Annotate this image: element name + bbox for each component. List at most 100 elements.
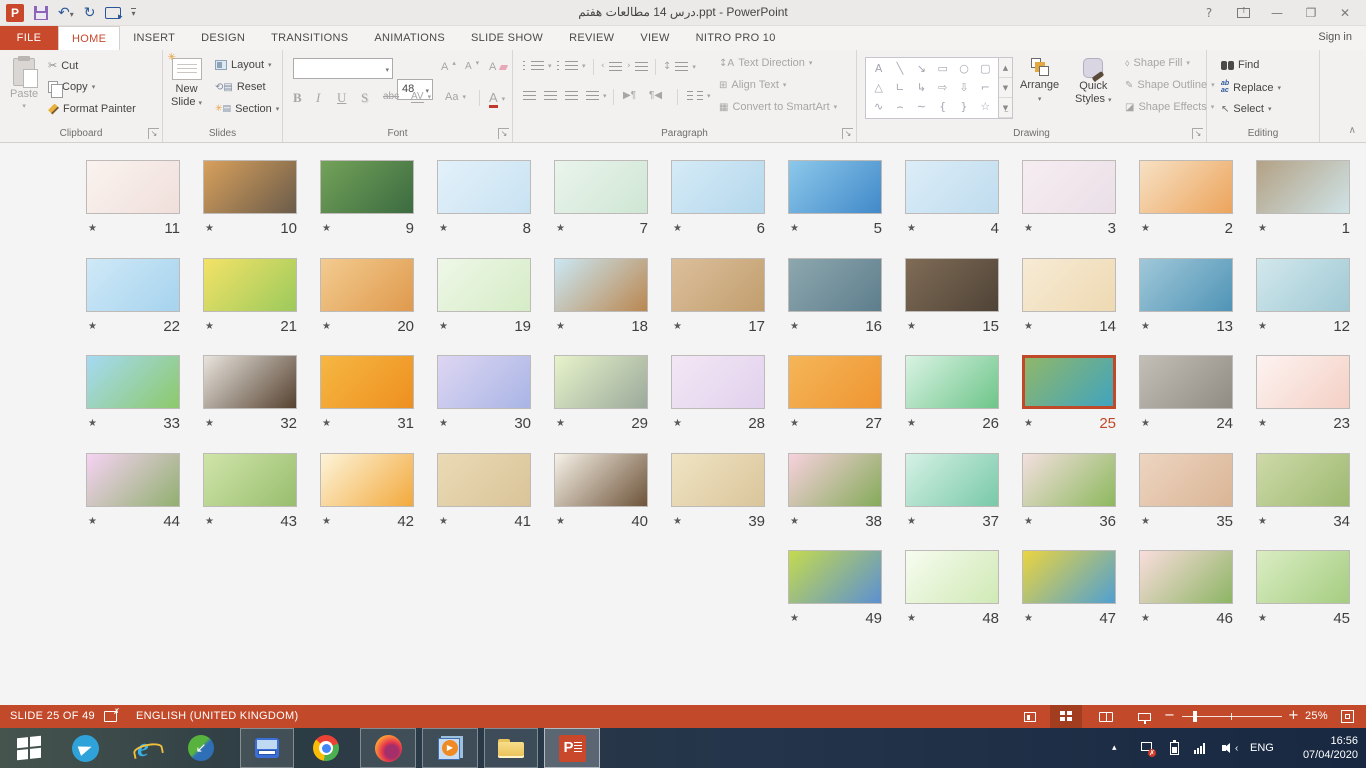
slide-1-thumbnail[interactable] <box>1256 160 1350 214</box>
collapse-ribbon-icon[interactable]: ∧ <box>1349 125 1356 136</box>
clear-formatting-button[interactable]: A <box>489 61 507 73</box>
taskbar-file-explorer[interactable] <box>484 728 538 768</box>
scroll-down-icon[interactable]: ▼ <box>999 78 1012 98</box>
slide-44-thumbnail[interactable] <box>86 453 180 507</box>
slide-40-thumbnail[interactable] <box>554 453 648 507</box>
slide-sorter-canvas[interactable]: ★11★10★9★8★7★6★5★4★3★2★1★22★21★20★19★18★… <box>0 143 1366 705</box>
slide-27-thumbnail[interactable] <box>788 355 882 409</box>
tab-animations[interactable]: ANIMATIONS <box>361 26 458 50</box>
shape-arrow-icon[interactable]: ↘ <box>917 63 926 75</box>
slide-46-thumbnail[interactable] <box>1139 550 1233 604</box>
taskbar-chrome[interactable] <box>300 728 352 768</box>
slide-29-thumbnail[interactable] <box>554 355 648 409</box>
font-name-combo[interactable]: ▾ <box>293 58 393 79</box>
zoom-out-button[interactable]: − <box>1164 708 1175 723</box>
zoom-in-button[interactable]: + <box>1288 708 1299 723</box>
network-signal-icon[interactable] <box>1194 728 1205 768</box>
slide-39-thumbnail[interactable] <box>671 453 765 507</box>
slide-48-thumbnail[interactable] <box>905 550 999 604</box>
taskbar-download-manager[interactable]: ↙ <box>176 728 226 768</box>
quick-styles-button[interactable]: QuickStyles ▾ <box>1075 58 1112 107</box>
slide-6-thumbnail[interactable] <box>671 160 765 214</box>
tab-view[interactable]: VIEW <box>627 26 682 50</box>
replace-button[interactable]: abacReplace▾ <box>1221 81 1281 94</box>
shape-right-arrow-icon[interactable]: ⇨ <box>938 82 947 94</box>
shapes-gallery-scrollbar[interactable]: ▲ ▼ ▼̲ <box>999 57 1013 119</box>
tab-home[interactable]: HOME <box>58 26 120 50</box>
slide-5-thumbnail[interactable] <box>788 160 882 214</box>
slide-sorter-view-button[interactable] <box>1050 705 1082 728</box>
select-button[interactable]: ↖Select▾ <box>1221 103 1271 115</box>
sign-in-link[interactable]: Sign in <box>1318 31 1352 43</box>
paste-button[interactable]: Paste▾ <box>10 58 38 110</box>
shape-scribble-icon[interactable]: ∿ <box>874 101 883 113</box>
shape-triangle-icon[interactable]: △ <box>874 82 882 94</box>
taskbar-on-screen-keyboard[interactable] <box>240 728 294 768</box>
more-shapes-icon[interactable]: ▼̲ <box>999 98 1012 118</box>
shape-right-brace-icon[interactable]: } <box>960 101 967 113</box>
slide-30-thumbnail[interactable] <box>437 355 531 409</box>
numbering-button[interactable]: ▾ <box>557 61 586 70</box>
slide-28-thumbnail[interactable] <box>671 355 765 409</box>
slide-43-thumbnail[interactable] <box>203 453 297 507</box>
left-to-right-button[interactable]: ▶¶ <box>623 90 636 101</box>
shrink-font-button[interactable]: A▾ <box>465 61 479 72</box>
align-right-button[interactable] <box>565 91 578 100</box>
slide-49-thumbnail[interactable] <box>788 550 882 604</box>
slide-16-thumbnail[interactable] <box>788 258 882 312</box>
tab-slide-show[interactable]: SLIDE SHOW <box>458 26 556 50</box>
slide-8-thumbnail[interactable] <box>437 160 531 214</box>
slide-26-thumbnail[interactable] <box>905 355 999 409</box>
slide-2-thumbnail[interactable] <box>1139 160 1233 214</box>
language-indicator[interactable]: ENGLISH (UNITED KINGDOM) <box>136 710 298 722</box>
change-case-button[interactable]: Aa▾ <box>445 91 466 103</box>
normal-view-button[interactable] <box>1014 705 1046 728</box>
section-button[interactable]: ✳▤ Section▾ <box>215 103 279 115</box>
tab-nitro-pro-10[interactable]: NITRO PRO 10 <box>683 26 789 50</box>
character-spacing-button[interactable]: AV▾ <box>411 91 431 103</box>
ribbon-display-options-button[interactable] <box>1226 0 1260 26</box>
slide-33-thumbnail[interactable] <box>86 355 180 409</box>
grow-font-button[interactable]: A▴ <box>441 61 456 73</box>
slide-37-thumbnail[interactable] <box>905 453 999 507</box>
arrange-button[interactable]: Arrange▾ <box>1020 58 1059 106</box>
shape-line-icon[interactable]: ╲ <box>897 63 904 75</box>
font-color-button[interactable]: A▾ <box>489 90 505 108</box>
speaker-icon[interactable]: ‹ <box>1222 728 1238 768</box>
shape-down-arrow-icon[interactable]: ⇩ <box>959 82 968 94</box>
shape-oval-icon[interactable]: ○ <box>959 63 969 75</box>
slide-21-thumbnail[interactable] <box>203 258 297 312</box>
slide-10-thumbnail[interactable] <box>203 160 297 214</box>
align-center-button[interactable] <box>544 91 557 100</box>
slide-35-thumbnail[interactable] <box>1139 453 1233 507</box>
language-tray-indicator[interactable]: ENG <box>1250 728 1274 768</box>
shape-rectangle-icon[interactable]: ▭ <box>937 63 947 75</box>
tab-review[interactable]: REVIEW <box>556 26 627 50</box>
clock[interactable]: 16:56 07/04/2020 <box>1286 728 1358 768</box>
decrease-indent-button[interactable]: ‹ <box>601 61 622 71</box>
slide-32-thumbnail[interactable] <box>203 355 297 409</box>
slide-47-thumbnail[interactable] <box>1022 550 1116 604</box>
reset-button[interactable]: ⟲▤ Reset <box>215 81 266 93</box>
spell-check-icon[interactable] <box>104 709 120 723</box>
slide-14-thumbnail[interactable] <box>1022 258 1116 312</box>
slide-9-thumbnail[interactable] <box>320 160 414 214</box>
align-left-button[interactable] <box>523 91 536 100</box>
tab-design[interactable]: DESIGN <box>188 26 258 50</box>
shape-curve-icon[interactable]: ∼ <box>917 101 926 113</box>
slide-17-thumbnail[interactable] <box>671 258 765 312</box>
slide-4-thumbnail[interactable] <box>905 160 999 214</box>
shape-star-icon[interactable]: ☆ <box>980 101 990 113</box>
taskbar-internet-explorer[interactable]: e <box>118 728 168 768</box>
shape-effects-button[interactable]: ◪Shape Effects▾ <box>1125 101 1214 113</box>
bullets-button[interactable]: ▾ <box>523 61 552 70</box>
zoom-level[interactable]: 25% <box>1305 710 1328 722</box>
align-text-button[interactable]: ⊞Align Text▾ <box>719 79 786 91</box>
cut-button[interactable]: ✂ Cut <box>48 59 78 72</box>
convert-to-smartart-button[interactable]: ▦Convert to SmartArt▾ <box>719 101 837 113</box>
increase-indent-button[interactable]: › <box>627 61 648 71</box>
clipboard-dialog-launcher[interactable]: ↘ <box>148 128 159 139</box>
text-shadow-button[interactable]: S <box>361 90 368 106</box>
slide-11-thumbnail[interactable] <box>86 160 180 214</box>
zoom-slider-thumb[interactable] <box>1193 711 1197 722</box>
